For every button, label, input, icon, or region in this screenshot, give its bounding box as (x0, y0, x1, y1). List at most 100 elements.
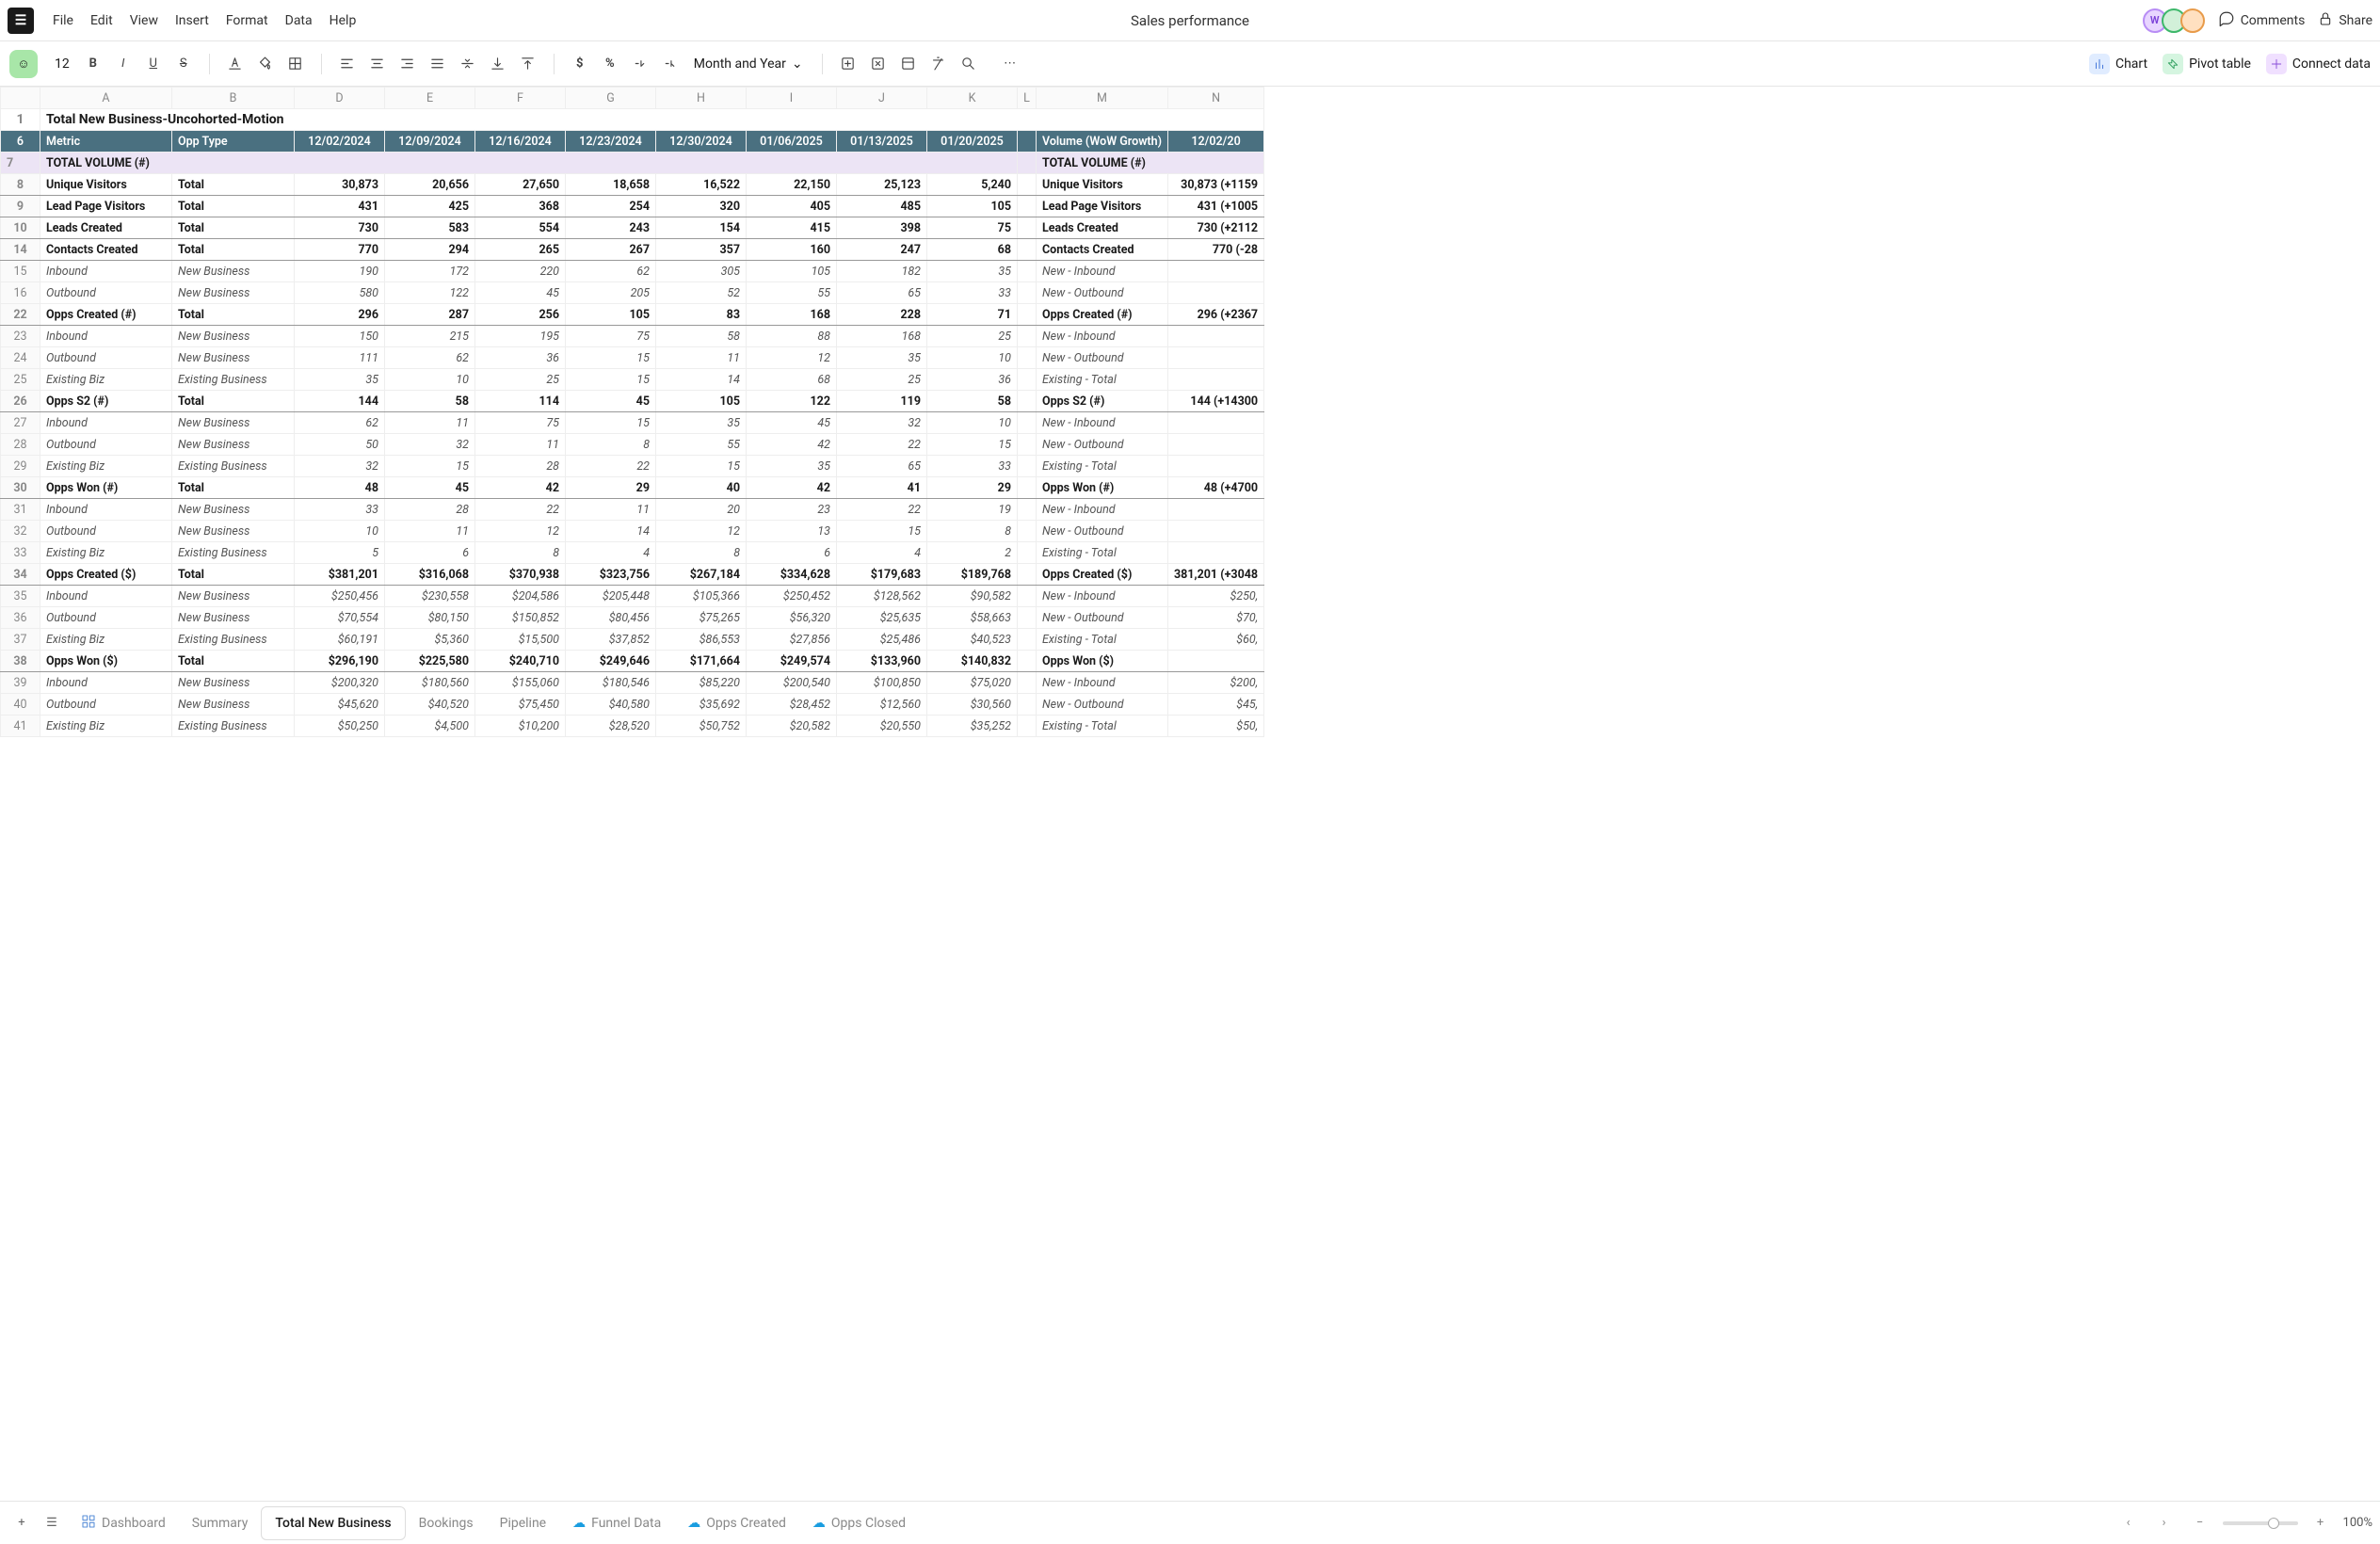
data-cell[interactable]: 20 (656, 499, 747, 521)
metric-name[interactable]: Contacts Created (40, 239, 172, 261)
data-cell[interactable]: 247 (837, 239, 927, 261)
data-cell[interactable]: 58 (656, 326, 747, 347)
data-cell[interactable]: 35 (656, 412, 747, 434)
data-cell[interactable]: 27,650 (475, 174, 566, 196)
cell[interactable] (1018, 477, 1037, 499)
align-right-button[interactable] (394, 50, 422, 78)
panel-val[interactable]: $45, (1168, 694, 1264, 716)
opp-type[interactable]: Existing Business (172, 456, 295, 477)
opp-type[interactable]: New Business (172, 412, 295, 434)
avatars[interactable]: W (2148, 8, 2205, 33)
col-header-A[interactable]: A (40, 88, 172, 109)
metric-name[interactable]: Leads Created (40, 217, 172, 239)
menu-file[interactable]: File (53, 13, 73, 28)
panel-key[interactable]: Existing - Total (1037, 716, 1168, 737)
data-cell[interactable]: 405 (747, 196, 837, 217)
col-header-L[interactable]: L (1018, 88, 1037, 109)
panel-key[interactable]: New - Outbound (1037, 282, 1168, 304)
spreadsheet[interactable]: ABDEFGHIJKLMN 1Total New Business-Uncoho… (0, 87, 1264, 737)
metric-name[interactable]: Opps Won ($) (40, 651, 172, 672)
data-cell[interactable]: 12 (475, 521, 566, 542)
cell[interactable] (1018, 564, 1037, 586)
data-cell[interactable]: 287 (385, 304, 475, 326)
panel-val[interactable] (1168, 434, 1264, 456)
data-cell[interactable]: $50,250 (295, 716, 385, 737)
zoom-in-button[interactable]: + (2308, 1510, 2334, 1536)
data-cell[interactable]: 35 (295, 369, 385, 391)
opp-type[interactable]: New Business (172, 434, 295, 456)
tab-bookings[interactable]: Bookings (406, 1506, 487, 1540)
strikethrough-button[interactable]: S (169, 50, 198, 78)
tab-opps-closed[interactable]: ☁Opps Closed (799, 1506, 919, 1540)
panel-val[interactable] (1168, 347, 1264, 369)
data-cell[interactable]: $27,856 (747, 629, 837, 651)
opp-type[interactable]: New Business (172, 347, 295, 369)
panel-key[interactable]: New - Outbound (1037, 694, 1168, 716)
data-cell[interactable]: 68 (747, 369, 837, 391)
data-cell[interactable]: $50,752 (656, 716, 747, 737)
opp-type[interactable]: New Business (172, 282, 295, 304)
data-cell[interactable]: $28,452 (747, 694, 837, 716)
data-cell[interactable]: 431 (295, 196, 385, 217)
opp-type[interactable]: Existing Business (172, 716, 295, 737)
data-cell[interactable]: 10 (385, 369, 475, 391)
metric-name[interactable]: Inbound (40, 412, 172, 434)
opp-type[interactable]: Total (172, 239, 295, 261)
row-header[interactable]: 10 (1, 217, 40, 239)
data-cell[interactable]: $90,582 (927, 586, 1018, 607)
panel-key[interactable]: New - Inbound (1037, 499, 1168, 521)
data-cell[interactable]: 368 (475, 196, 566, 217)
data-cell[interactable]: 36 (475, 347, 566, 369)
data-cell[interactable]: 8 (656, 542, 747, 564)
avatar[interactable] (2180, 8, 2205, 33)
panel-key[interactable]: Unique Visitors (1037, 174, 1168, 196)
data-cell[interactable]: 14 (566, 521, 656, 542)
cell[interactable] (1018, 131, 1037, 153)
data-cell[interactable]: 122 (747, 391, 837, 412)
data-cell[interactable]: $75,020 (927, 672, 1018, 694)
cell[interactable] (1018, 304, 1037, 326)
more-button[interactable]: ⋯ (996, 50, 1024, 78)
row-header[interactable]: 16 (1, 282, 40, 304)
data-cell[interactable]: 320 (656, 196, 747, 217)
panel-key[interactable]: Existing - Total (1037, 542, 1168, 564)
data-cell[interactable]: $30,560 (927, 694, 1018, 716)
col-header-J[interactable]: J (837, 88, 927, 109)
cell[interactable] (1018, 391, 1037, 412)
cell[interactable] (1018, 651, 1037, 672)
row-header[interactable]: 32 (1, 521, 40, 542)
data-cell[interactable]: 75 (927, 217, 1018, 239)
data-cell[interactable]: 32 (837, 412, 927, 434)
row-header[interactable]: 41 (1, 716, 40, 737)
data-cell[interactable]: 220 (475, 261, 566, 282)
data-cell[interactable]: 398 (837, 217, 927, 239)
data-cell[interactable]: 10 (927, 347, 1018, 369)
col-header-H[interactable]: H (656, 88, 747, 109)
add-sheet-button[interactable]: + (8, 1509, 36, 1537)
data-cell[interactable]: 55 (656, 434, 747, 456)
data-cell[interactable]: 2 (927, 542, 1018, 564)
data-cell[interactable]: $200,320 (295, 672, 385, 694)
data-cell[interactable]: 554 (475, 217, 566, 239)
row-header[interactable]: 26 (1, 391, 40, 412)
metric-name[interactable]: Outbound (40, 434, 172, 456)
metric-name[interactable]: Inbound (40, 672, 172, 694)
panel-val[interactable]: 730 (+2112 (1168, 217, 1264, 239)
data-cell[interactable]: 45 (475, 282, 566, 304)
data-cell[interactable]: 23 (747, 499, 837, 521)
cell[interactable] (1018, 586, 1037, 607)
row-header[interactable]: 40 (1, 694, 40, 716)
comments-button[interactable]: Comments (2218, 10, 2306, 31)
cell[interactable] (1018, 239, 1037, 261)
data-cell[interactable]: $58,663 (927, 607, 1018, 629)
panel-key[interactable]: Opps Won (#) (1037, 477, 1168, 499)
panel-key[interactable]: Existing - Total (1037, 629, 1168, 651)
panel-val[interactable]: $50, (1168, 716, 1264, 737)
ai-assistant-icon[interactable]: ☺ (9, 50, 38, 78)
data-cell[interactable]: 35 (927, 261, 1018, 282)
title-cell[interactable]: Total New Business-Uncohorted-Motion (40, 109, 1264, 131)
metric-name[interactable]: Existing Biz (40, 716, 172, 737)
row-header[interactable]: 7 (1, 153, 40, 174)
valign-top-button[interactable] (514, 50, 542, 78)
data-cell[interactable]: 111 (295, 347, 385, 369)
